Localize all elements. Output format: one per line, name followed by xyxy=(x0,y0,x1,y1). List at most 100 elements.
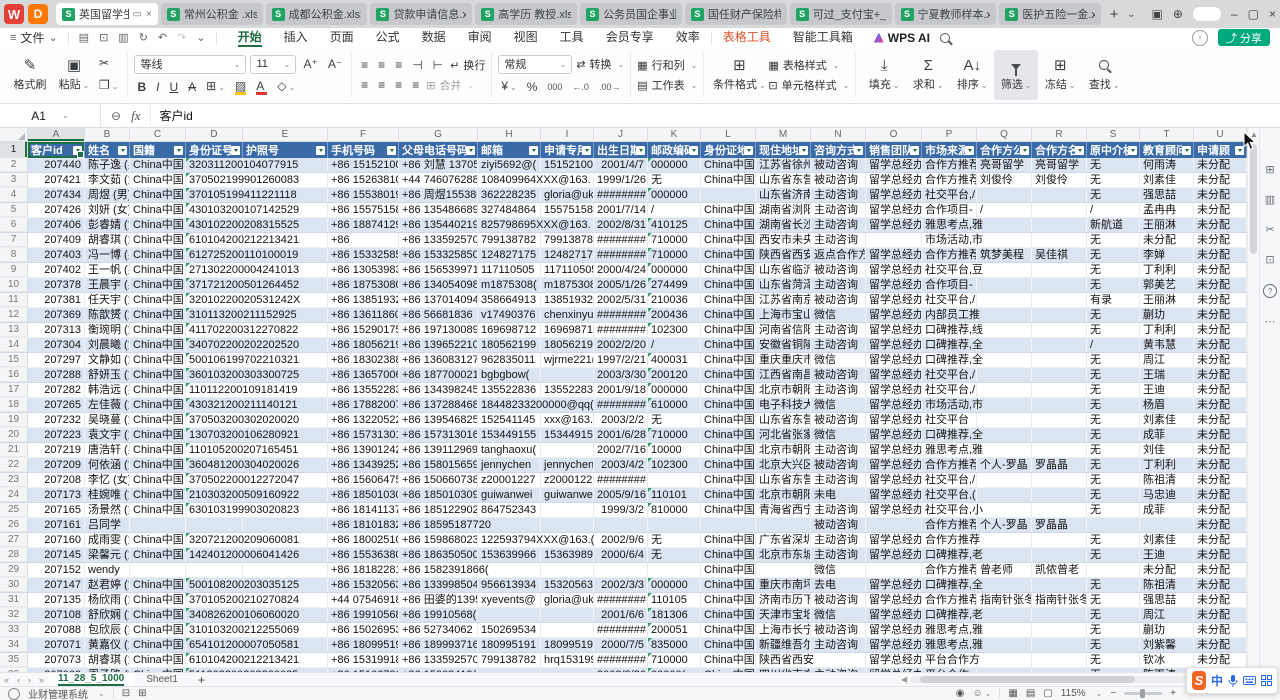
document-tab[interactable]: S英国留学生...▭× xyxy=(56,3,158,25)
row-number[interactable]: 1 xyxy=(0,142,28,158)
cell[interactable]: 710000 xyxy=(648,248,701,262)
cell[interactable]: 舒欣娴 (女 xyxy=(85,608,130,622)
cell[interactable]: 刘佳 xyxy=(1140,443,1194,457)
cell[interactable]: 口碑推荐,老 xyxy=(922,548,977,562)
cell[interactable]: z20001227( xyxy=(541,473,594,487)
cell[interactable]: 留学总经办 xyxy=(866,218,922,232)
cell[interactable]: +86 18101832 xyxy=(328,518,399,532)
cell[interactable]: 200120 xyxy=(648,368,701,382)
cell[interactable]: 上海市宝山 xyxy=(756,308,811,322)
cell[interactable]: 122593794XXX@163.( xyxy=(478,533,541,547)
table-style-button[interactable]: ▦表格样式⌄ xyxy=(768,57,849,73)
header-cell[interactable]: 邮政编码 xyxy=(648,142,701,158)
cell[interactable]: 未分配 xyxy=(1194,488,1247,502)
cell[interactable]: 留学总经办 xyxy=(866,503,922,517)
cell[interactable]: 320311200104077915 xyxy=(186,158,243,172)
cell[interactable]: 15320563( xyxy=(541,578,594,592)
sort-button[interactable]: A↓ 排序⌄ xyxy=(950,50,994,100)
assistant-icon[interactable]: ☺⌄ xyxy=(972,688,991,699)
cell[interactable]: 山东省临沂 xyxy=(756,263,811,277)
cell[interactable]: China中国 xyxy=(130,443,186,457)
cell[interactable]: 被动咨询 xyxy=(811,593,866,607)
cell[interactable]: 000000 xyxy=(648,158,701,172)
cell[interactable]: 207088 xyxy=(28,623,85,637)
cell[interactable]: 刘素佳 xyxy=(1140,413,1194,427)
filter-dropdown-button[interactable] xyxy=(316,146,325,155)
cell[interactable]: 王一帆 (男 xyxy=(85,263,130,277)
cell[interactable] xyxy=(756,518,811,532)
cell[interactable] xyxy=(478,608,541,622)
cell[interactable]: China中国 xyxy=(701,428,756,442)
cell[interactable]: China中国 xyxy=(130,473,186,487)
header-cell[interactable]: 合作方名 xyxy=(1032,142,1087,158)
zoom-in-button[interactable]: + xyxy=(1170,688,1176,699)
cell[interactable]: 青海省西宁 xyxy=(756,503,811,517)
cell[interactable]: 雅思考点,雅 xyxy=(922,218,977,232)
cell[interactable]: 138519326 xyxy=(541,293,594,307)
row-number[interactable]: 13 xyxy=(0,323,28,337)
cell[interactable]: 桂婉唯 (女 xyxy=(85,488,130,502)
cell[interactable] xyxy=(648,563,701,577)
cell[interactable] xyxy=(977,623,1032,637)
cell[interactable]: 王迪 xyxy=(1140,548,1194,562)
menu-item[interactable]: 数据 xyxy=(411,28,457,47)
cell[interactable]: 未分配 xyxy=(1194,293,1247,307)
header-cell[interactable]: 客户id xyxy=(28,142,85,158)
ime-mode-chinese[interactable]: 中 xyxy=(1211,672,1223,689)
cell[interactable]: 未分配 xyxy=(1194,398,1247,412)
align-middle-icon[interactable]: ≡ xyxy=(375,57,388,73)
cell[interactable]: +86 19910568 xyxy=(328,608,399,622)
cell[interactable]: China中国 xyxy=(701,608,756,622)
cell[interactable]: 无 xyxy=(1087,623,1140,637)
cell[interactable]: 207297 xyxy=(28,353,85,367)
help-icon[interactable]: ? xyxy=(1263,284,1277,298)
cell[interactable]: guiwanwei( xyxy=(541,488,594,502)
menu-item[interactable]: 页面 xyxy=(319,28,365,47)
cell[interactable]: 有录 xyxy=(1087,293,1140,307)
menu-item[interactable]: 视图 xyxy=(503,28,549,47)
cell[interactable]: 135522836 xyxy=(478,383,541,397)
cell[interactable] xyxy=(1032,503,1087,517)
cell[interactable]: 无 xyxy=(1087,278,1140,292)
cell[interactable]: 无 xyxy=(1087,428,1140,442)
row-number[interactable]: 31 xyxy=(0,593,28,607)
plugin-icon[interactable] xyxy=(8,688,20,700)
cell[interactable]: China中国 xyxy=(701,638,756,652)
cell[interactable]: 未分配 xyxy=(1194,413,1247,427)
document-tab[interactable]: S宁夏教师样本.xlsx xyxy=(895,3,997,25)
prev-sheet-icon[interactable]: ‹ xyxy=(13,675,24,685)
cell[interactable]: ######## xyxy=(594,398,648,412)
cell[interactable]: 207402 xyxy=(28,263,85,277)
cell[interactable]: 留学总经办 xyxy=(866,248,922,262)
cell[interactable]: 15363989( xyxy=(541,548,594,562)
cell[interactable] xyxy=(977,488,1032,502)
cell[interactable]: 口碑推荐,老 xyxy=(922,608,977,622)
cell[interactable]: 吴晓蔓 (女 xyxy=(85,413,130,427)
cell[interactable]: 被动咨询 xyxy=(811,413,866,427)
cell[interactable]: 未分配 xyxy=(1140,563,1194,577)
cell[interactable]: 主动咨询 xyxy=(811,473,866,487)
cell[interactable] xyxy=(1032,488,1087,502)
cell[interactable]: 未分配 xyxy=(1194,503,1247,517)
name-box[interactable]: A1 ⌄ xyxy=(0,104,101,127)
cell[interactable]: 2003/2/2 xyxy=(594,413,648,427)
cell[interactable]: China中国 xyxy=(130,623,186,637)
column-header-R[interactable]: R xyxy=(1032,128,1087,141)
filter-dropdown-button[interactable] xyxy=(466,146,475,155)
thousands-button[interactable]: 000 xyxy=(544,79,565,95)
cell-style-button[interactable]: ⊡单元格样式⌄ xyxy=(768,77,849,93)
cell[interactable]: +86 1339985047 xyxy=(399,578,478,592)
align-center-icon[interactable]: ≡ xyxy=(375,77,388,93)
side-tool-icon[interactable]: ⊞ xyxy=(1265,164,1274,176)
cell[interactable] xyxy=(541,608,594,622)
cell[interactable]: 舒妍玉 (女 xyxy=(85,368,130,382)
cell[interactable]: 文静如 (女 xyxy=(85,353,130,367)
cell[interactable]: ######## xyxy=(594,653,648,667)
cell[interactable] xyxy=(1032,608,1087,622)
cell[interactable]: 合作方推荐 xyxy=(922,458,977,472)
strikethrough-button[interactable]: A xyxy=(185,79,199,95)
header-cell[interactable]: 出生日期 xyxy=(594,142,648,158)
cell[interactable]: China中国 xyxy=(701,158,756,172)
cell[interactable]: xxx@163.c( xyxy=(541,413,594,427)
cell[interactable]: 未分配 xyxy=(1194,578,1247,592)
